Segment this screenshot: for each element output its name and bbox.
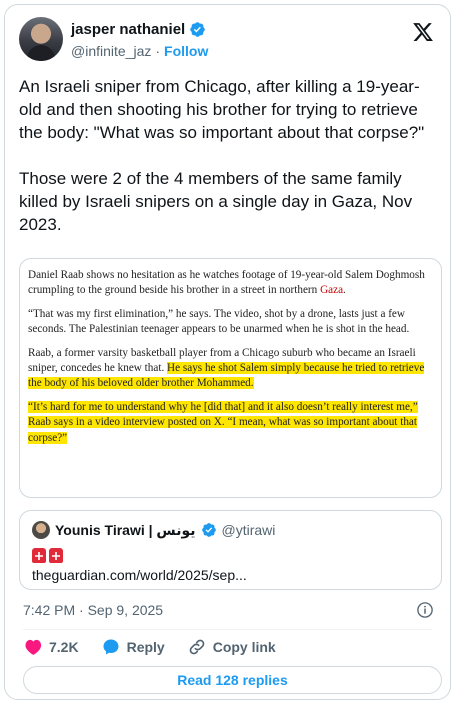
copy-link-button[interactable]: Copy link [187, 637, 276, 657]
quoted-link-text: theguardian.com/world/2025/sep... [32, 567, 247, 583]
police-car-light-icon [32, 548, 46, 563]
article-paragraph-1: Daniel Raab shows no hesitation as he wa… [28, 269, 425, 297]
link-icon [189, 639, 205, 655]
highlighted-text: “It’s hard for me to understand why he [… [28, 400, 413, 413]
author-names: jasper nathaniel @infinite_jaz · Follow [71, 19, 208, 61]
follow-button[interactable]: Follow [164, 43, 208, 59]
verified-badge-icon [190, 21, 205, 37]
article-screenshot-image[interactable]: Daniel Raab shows no hesitation as he wa… [19, 258, 442, 498]
author-display-name[interactable]: jasper nathaniel [71, 21, 185, 38]
tweet-card: jasper nathaniel @infinite_jaz · Follow … [4, 4, 451, 700]
verified-badge-icon [201, 523, 216, 537]
copy-link-label: Copy link [212, 639, 276, 655]
reply-button[interactable]: Reply [101, 637, 165, 657]
x-logo-icon[interactable] [412, 21, 434, 43]
action-bar: 7.2K Reply Copy link [23, 636, 298, 658]
quoted-author-name: Younis Tirawi | يونس [55, 521, 196, 538]
info-icon[interactable] [416, 601, 434, 619]
divider [23, 629, 432, 630]
article-paragraph-4: “It’s hard for me to understand why he [… [28, 400, 418, 444]
quoted-emoji-row [32, 548, 63, 563]
like-count: 7.2K [49, 639, 79, 655]
quoted-tweet[interactable]: Younis Tirawi | يونس @ytirawi theguardia… [19, 510, 442, 590]
article-excerpt: Daniel Raab shows no hesitation as he wa… [20, 259, 441, 446]
article-gaza-link: Gaza [320, 284, 344, 297]
tweet-timestamp[interactable]: 7:42 PM · Sep 9, 2025 [23, 602, 163, 618]
quoted-author-handle: @ytirawi [221, 522, 276, 538]
like-button[interactable]: 7.2K [23, 637, 79, 657]
tweet-header: jasper nathaniel @infinite_jaz · Follow [19, 17, 436, 65]
read-replies-button[interactable]: Read 128 replies [23, 666, 442, 694]
tweet-text: An Israeli sniper from Chicago, after ki… [19, 77, 425, 234]
article-paragraph-3: Raab, a former varsity basketball player… [28, 346, 425, 390]
author-handle[interactable]: @infinite_jaz [71, 43, 151, 59]
article-paragraph-2: “That was my first elimination,” he says… [28, 307, 410, 336]
quoted-author-avatar [32, 521, 50, 539]
handle-separator: · [155, 43, 161, 59]
reply-icon [103, 639, 119, 655]
author-avatar[interactable] [19, 17, 63, 61]
police-car-light-icon [49, 548, 63, 563]
heart-icon [25, 639, 42, 655]
reply-label: Reply [126, 639, 165, 655]
